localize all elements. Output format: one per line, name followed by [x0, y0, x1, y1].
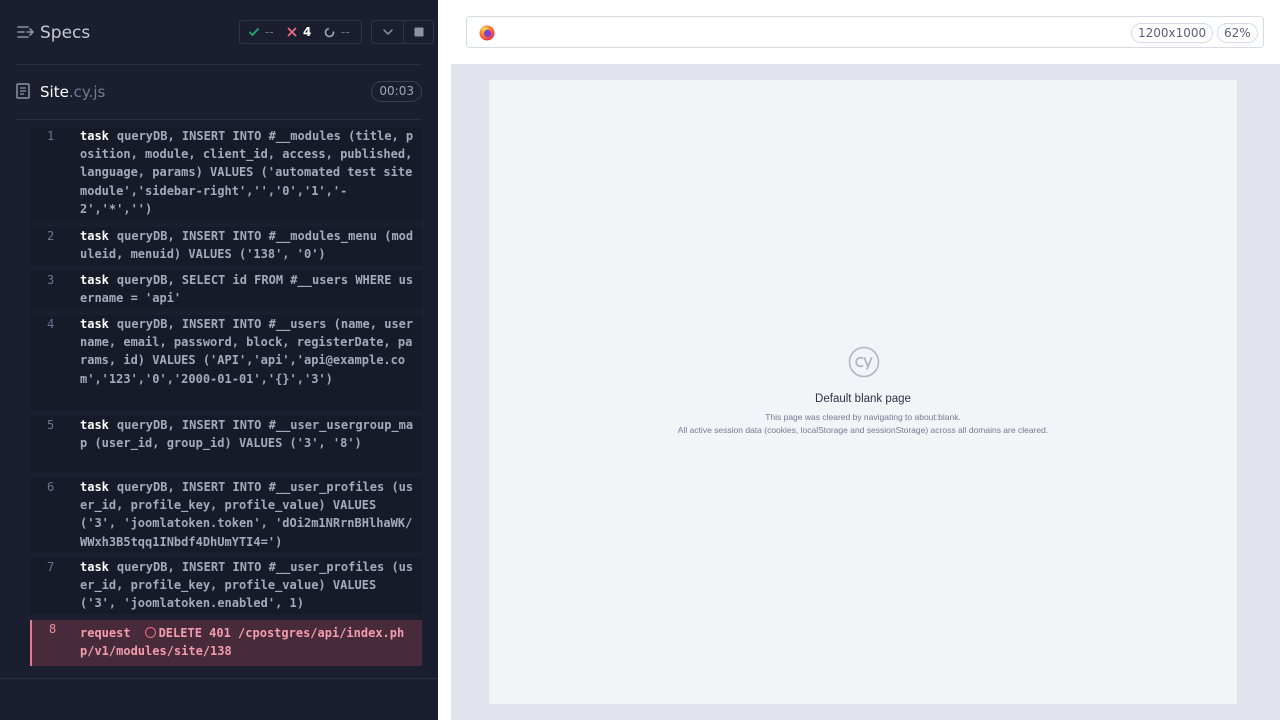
request-pending-icon [144, 627, 156, 638]
command-message: queryDB, INSERT INTO #__user_profiles (u… [80, 560, 414, 611]
command-message: queryDB, SELECT id FROM #__users WHERE u… [80, 273, 414, 306]
stop-button[interactable] [404, 21, 434, 43]
divider [16, 64, 422, 65]
command-log: 1 task queryDB, INSERT INTO #__modules (t… [30, 127, 422, 672]
document-icon [16, 83, 32, 101]
pending-value: -- [341, 25, 350, 39]
command-number: 6 [47, 480, 55, 494]
command-message: queryDB, INSERT INTO #__users (name, use… [80, 317, 414, 386]
command-number: 4 [47, 317, 55, 331]
aut-iframe: Default blank page This page was cleared… [489, 80, 1237, 704]
divider [0, 678, 438, 679]
reporter-panel: Specs -- 4 -- Site.cy.js 00:03 1 task qu… [0, 0, 438, 720]
command-number: 2 [47, 229, 55, 243]
menu-expand-icon[interactable] [16, 22, 34, 42]
failed-count: 4 [287, 21, 311, 43]
command-row[interactable]: 6 task queryDB, INSERT INTO #__user_profi… [30, 478, 422, 552]
command-name: task [80, 480, 109, 494]
chevron-down-icon [382, 29, 393, 35]
command-name: task [80, 560, 109, 574]
passed-value: -- [265, 25, 274, 39]
zoom-badge: 62% [1217, 23, 1258, 43]
divider [16, 119, 422, 120]
panel-resize-handle[interactable] [438, 64, 451, 720]
viewport-size-badge[interactable]: 1200x1000 [1131, 23, 1214, 43]
command-name: task [80, 229, 109, 243]
reporter-controls [371, 20, 434, 44]
passed-count: -- [249, 21, 274, 43]
pending-count: -- [324, 21, 350, 43]
command-message: queryDB, INSERT INTO #__modules (title, … [80, 129, 414, 216]
cypress-logo-icon [848, 346, 880, 378]
command-name: task [80, 273, 109, 287]
stop-icon [414, 27, 424, 37]
firefox-icon [479, 25, 495, 41]
test-stats: -- 4 -- [239, 20, 362, 44]
command-row[interactable]: 7 task queryDB, INSERT INTO #__user_profi… [30, 558, 422, 614]
command-row[interactable]: 4 task queryDB, INSERT INTO #__users (nam… [30, 315, 422, 410]
specs-header: Specs -- 4 -- [0, 0, 438, 64]
command-number: 1 [47, 129, 55, 143]
aut-header-fill [438, 0, 451, 64]
command-name: task [80, 129, 109, 143]
failed-value: 4 [303, 25, 312, 39]
spec-filename-base: Site [40, 83, 69, 101]
blank-page-description: All active session data (cookies, localS… [677, 425, 1049, 435]
command-name: task [80, 418, 109, 432]
command-number: 7 [47, 560, 55, 574]
command-number: 3 [47, 273, 55, 287]
command-row[interactable]: 2 task queryDB, INSERT INTO #__modules_me… [30, 227, 422, 265]
command-row[interactable]: 1 task queryDB, INSERT INTO #__modules (t… [30, 127, 422, 221]
spec-filename-ext: .cy.js [68, 83, 106, 101]
command-message: queryDB, INSERT INTO #__user_profiles (u… [80, 480, 414, 549]
command-name: task [80, 317, 109, 331]
command-number: 5 [47, 418, 55, 432]
command-message: queryDB, INSERT INTO #__user_usergroup_m… [80, 418, 414, 451]
url-bar[interactable]: 1200x1000 62% [466, 16, 1264, 48]
spec-filename: Site.cy.js [40, 82, 105, 102]
command-row[interactable]: 3 task queryDB, SELECT id FROM #__users W… [30, 271, 422, 309]
blank-page-title: Default blank page [815, 393, 911, 405]
command-name: request [80, 626, 131, 640]
command-message: queryDB, INSERT INTO #__modules_menu (mo… [80, 229, 414, 262]
command-row-failed[interactable]: 8 request DELETE 401 /cpostgres/api/index… [30, 620, 422, 666]
duration-badge: 00:03 [371, 81, 422, 102]
expand-collapse-button[interactable] [372, 21, 404, 43]
command-row[interactable]: 5 task queryDB, INSERT INTO #__user_userg… [30, 416, 422, 472]
command-number: 8 [49, 622, 57, 636]
blank-page-description: This page was cleared by navigating to a… [765, 412, 961, 422]
check-icon [249, 28, 259, 37]
spec-file-row[interactable]: Site.cy.js 00:03 [16, 80, 422, 104]
x-icon [287, 27, 297, 37]
specs-title[interactable]: Specs [40, 22, 90, 44]
pending-icon [324, 27, 335, 37]
